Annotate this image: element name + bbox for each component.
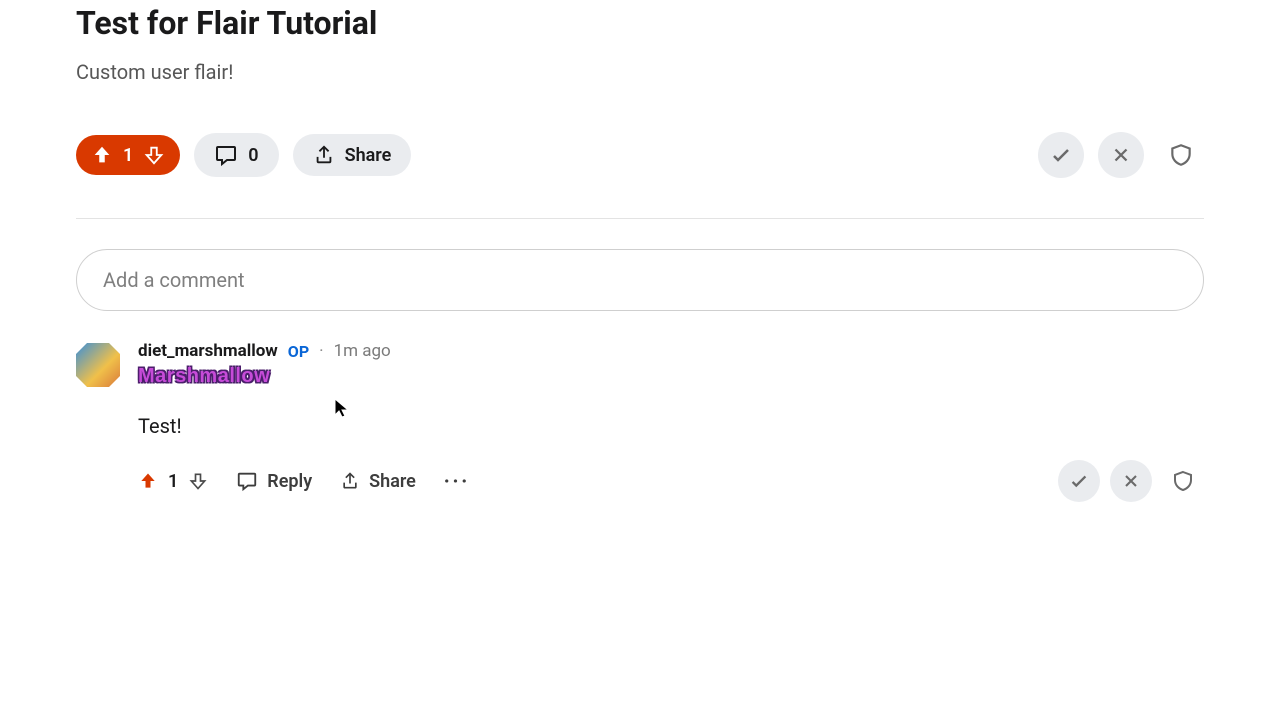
- comment-icon: [214, 143, 238, 167]
- time-ago: 1m ago: [334, 341, 391, 361]
- comment-share-label: Share: [369, 471, 416, 492]
- share-icon: [340, 471, 360, 491]
- post-title: Test for Flair Tutorial: [76, 4, 1204, 42]
- comment-vote: 1: [138, 471, 208, 492]
- post-container: Test for Flair Tutorial Custom user flai…: [0, 0, 1280, 502]
- comment-remove-button[interactable]: [1110, 460, 1152, 502]
- add-comment-input[interactable]: Add a comment: [76, 249, 1204, 311]
- reply-label: Reply: [267, 471, 312, 492]
- post-action-row: 1 0 Share: [76, 132, 1204, 178]
- mod-shield-button[interactable]: [1158, 132, 1204, 178]
- post-body: Custom user flair!: [76, 60, 1204, 84]
- user-flair: Marshmallow: [138, 365, 270, 388]
- upvote-icon[interactable]: [138, 471, 158, 491]
- remove-button[interactable]: [1098, 132, 1144, 178]
- share-icon: [313, 144, 335, 166]
- downvote-icon[interactable]: [188, 471, 208, 491]
- check-icon: [1068, 470, 1090, 492]
- downvote-icon[interactable]: [143, 144, 165, 166]
- shield-icon: [1168, 142, 1194, 168]
- username[interactable]: diet_marshmallow: [138, 341, 278, 361]
- comment-header: diet_marshmallow OP · 1m ago: [138, 341, 1204, 361]
- more-options-button[interactable]: ···: [444, 471, 470, 492]
- comment-vote-count: 1: [168, 471, 178, 492]
- comments-button[interactable]: 0: [194, 133, 278, 177]
- comment-body: Test!: [138, 414, 1204, 438]
- reply-button[interactable]: Reply: [236, 470, 312, 492]
- comment: diet_marshmallow OP · 1m ago Marshmallow…: [76, 341, 1204, 502]
- close-icon: [1121, 471, 1141, 491]
- upvote-icon[interactable]: [91, 144, 113, 166]
- comment-actions: 1 Reply Share ···: [138, 460, 1204, 502]
- comment-mod-actions: [1058, 460, 1204, 502]
- comment-approve-button[interactable]: [1058, 460, 1100, 502]
- close-icon: [1110, 144, 1132, 166]
- reply-icon: [236, 470, 258, 492]
- comment-mod-shield-button[interactable]: [1162, 460, 1204, 502]
- share-button[interactable]: Share: [293, 134, 412, 176]
- divider: [76, 218, 1204, 219]
- vote-count: 1: [123, 145, 133, 166]
- op-badge: OP: [288, 342, 309, 361]
- separator-dot: ·: [319, 341, 323, 361]
- approve-button[interactable]: [1038, 132, 1084, 178]
- comment-share-button[interactable]: Share: [340, 471, 416, 492]
- check-icon: [1049, 143, 1073, 167]
- shield-icon: [1171, 469, 1195, 493]
- vote-pill: 1: [76, 135, 180, 175]
- avatar[interactable]: [76, 343, 120, 387]
- share-label: Share: [345, 145, 392, 166]
- comment-content: diet_marshmallow OP · 1m ago Marshmallow…: [138, 341, 1204, 502]
- comment-count: 0: [248, 145, 258, 166]
